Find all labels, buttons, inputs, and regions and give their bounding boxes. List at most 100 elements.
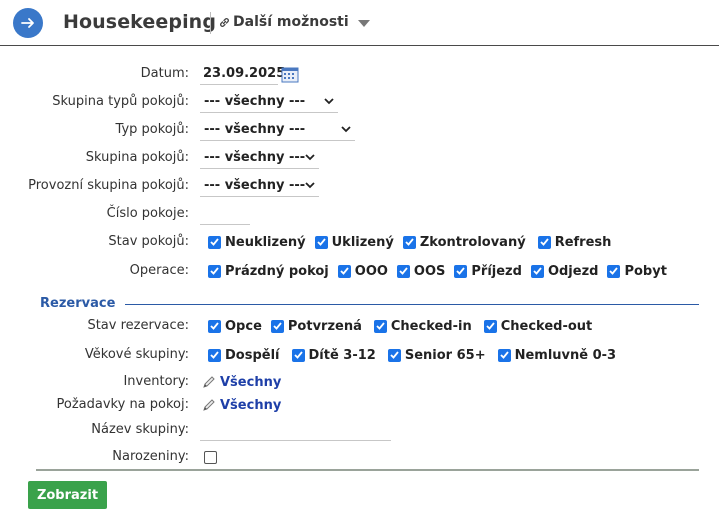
link-icon bbox=[220, 17, 229, 27]
checkbox-checked-icon bbox=[454, 264, 468, 278]
room-status-row: Stav pokojů: Neuklizený Uklizený Zkontro… bbox=[0, 231, 719, 253]
option-label: Prázdný pokoj bbox=[225, 263, 329, 279]
chevron-down-icon bbox=[324, 98, 334, 105]
page-header: Housekeeping Další možnosti bbox=[0, 0, 719, 46]
room-number-row: Číslo pokoje: bbox=[0, 203, 719, 225]
form-footer-divider bbox=[36, 469, 699, 471]
room-number-input[interactable] bbox=[200, 203, 250, 225]
age-group-option[interactable]: Nemluvně 0-3 bbox=[495, 347, 617, 363]
checkbox-checked-icon bbox=[208, 235, 221, 249]
chevron-down-icon bbox=[305, 154, 315, 161]
back-button[interactable] bbox=[13, 8, 43, 38]
checkbox-checked-icon bbox=[373, 319, 387, 333]
age-group-option[interactable]: Senior 65+ bbox=[385, 348, 486, 363]
option-label: Checked-in bbox=[390, 318, 472, 334]
checkbox-checked-icon bbox=[396, 264, 410, 278]
operation-row: Operace: Prázdný pokoj OOO OOS Příjezd O… bbox=[0, 260, 719, 282]
option-label: Opce bbox=[225, 318, 262, 334]
room-status-label: Stav pokojů: bbox=[108, 234, 189, 249]
checkbox-checked-icon bbox=[402, 235, 416, 249]
room-type-group-select[interactable]: --- všechny --- bbox=[200, 91, 338, 113]
room-group-row: Skupina pokojů: --- všechny --- bbox=[0, 147, 719, 169]
checkbox-checked-icon bbox=[291, 348, 305, 362]
pencil-icon bbox=[203, 399, 215, 411]
reservation-status-option[interactable]: Opce bbox=[200, 319, 262, 334]
option-label: Nemluvně 0-3 bbox=[514, 347, 617, 363]
operational-room-group-row: Provozní skupina pokojů: --- všechny --- bbox=[0, 175, 719, 197]
operational-room-group-value: --- všechny --- bbox=[204, 178, 306, 193]
room-status-option[interactable]: Uklizený bbox=[314, 234, 394, 250]
operation-option[interactable]: OOO bbox=[337, 263, 388, 279]
operation-label: Operace: bbox=[129, 263, 189, 278]
more-options-label: Další možnosti bbox=[233, 14, 349, 30]
room-status-option[interactable]: Neuklizený bbox=[200, 235, 306, 250]
inventory-value: Všechny bbox=[220, 374, 282, 390]
option-label: OOS bbox=[413, 263, 446, 279]
reservation-status-option[interactable]: Potvrzená bbox=[270, 318, 362, 334]
submit-button[interactable]: Zobrazit bbox=[28, 481, 107, 509]
room-requests-link[interactable]: Všechny bbox=[200, 398, 281, 413]
checkbox-checked-icon bbox=[607, 264, 621, 278]
room-status-option[interactable]: Refresh bbox=[535, 234, 612, 250]
more-options-menu[interactable]: Další možnosti bbox=[219, 14, 370, 30]
option-label: Dítě 3-12 bbox=[308, 347, 376, 363]
reservation-status-option[interactable]: Checked-in bbox=[371, 319, 472, 334]
checkbox-checked-icon bbox=[208, 348, 221, 362]
section-divider bbox=[125, 304, 699, 305]
room-number-label: Číslo pokoje: bbox=[106, 206, 189, 221]
option-label: Senior 65+ bbox=[404, 347, 486, 363]
room-requests-row: Požadavky na pokoj: Všechny bbox=[0, 394, 719, 416]
age-group-option[interactable]: Dospělí bbox=[200, 348, 280, 363]
room-type-value: --- všechny --- bbox=[204, 122, 306, 137]
section-title: Rezervace bbox=[40, 296, 116, 311]
date-row: Datum: 23.09.2025 bbox=[0, 63, 719, 85]
option-label: Refresh bbox=[554, 234, 612, 250]
checkbox-checked-icon bbox=[314, 235, 328, 249]
birthday-label: Narozeniny: bbox=[112, 449, 189, 464]
pencil-icon bbox=[203, 376, 215, 388]
room-type-group-label: Skupina typů pokojů: bbox=[52, 94, 189, 109]
operation-option[interactable]: Odjezd bbox=[530, 263, 599, 279]
operation-option[interactable]: OOS bbox=[396, 263, 446, 279]
room-requests-label: Požadavky na pokoj: bbox=[56, 397, 189, 412]
inventory-row: Inventory: Všechny bbox=[0, 371, 719, 393]
operation-option[interactable]: Prázdný pokoj bbox=[200, 264, 329, 279]
checkbox-checked-icon bbox=[387, 348, 401, 362]
inventory-label: Inventory: bbox=[123, 374, 189, 389]
room-type-row: Typ pokojů: --- všechny --- bbox=[0, 119, 719, 141]
checkbox-checked-icon bbox=[483, 319, 497, 333]
room-requests-value: Všechny bbox=[220, 397, 282, 413]
checkbox-checked-icon bbox=[270, 319, 284, 333]
date-input[interactable]: 23.09.2025 bbox=[200, 63, 285, 85]
calendar-icon[interactable] bbox=[281, 66, 299, 83]
inventory-link[interactable]: Všechny bbox=[200, 375, 281, 390]
room-group-select[interactable]: --- všechny --- bbox=[200, 147, 319, 169]
option-label: Checked-out bbox=[500, 318, 593, 334]
checkbox-checked-icon bbox=[537, 235, 551, 249]
age-groups-row: Věkové skupiny: Dospělí Dítě 3-12 Senior… bbox=[0, 344, 719, 366]
option-label: Zkontrolovaný bbox=[419, 234, 526, 250]
room-group-value: --- všechny --- bbox=[204, 150, 306, 165]
age-group-option[interactable]: Dítě 3-12 bbox=[289, 348, 376, 363]
arrow-right-icon bbox=[21, 18, 34, 28]
operation-option[interactable]: Pobyt bbox=[607, 264, 667, 279]
group-name-row: Název skupiny: bbox=[0, 419, 719, 441]
checkbox-checked-icon bbox=[208, 264, 221, 278]
room-status-option[interactable]: Zkontrolovaný bbox=[402, 234, 526, 250]
option-label: Neuklizený bbox=[225, 234, 306, 250]
room-type-select[interactable]: --- všechny --- bbox=[200, 119, 355, 141]
reservation-status-label: Stav rezervace: bbox=[87, 318, 189, 333]
group-name-label: Název skupiny: bbox=[91, 422, 189, 437]
reservation-status-option[interactable]: Checked-out bbox=[481, 318, 593, 334]
option-label: OOO bbox=[354, 263, 388, 279]
operational-room-group-select[interactable]: --- všechny --- bbox=[200, 175, 319, 197]
birthday-checkbox[interactable] bbox=[204, 450, 217, 464]
header-divider bbox=[210, 12, 211, 34]
group-name-input[interactable] bbox=[200, 419, 391, 441]
operation-option[interactable]: Příjezd bbox=[454, 264, 522, 279]
checkbox-checked-icon bbox=[337, 264, 351, 278]
option-label: Potvrzená bbox=[287, 318, 362, 334]
option-label: Odjezd bbox=[547, 263, 599, 279]
option-label: Příjezd bbox=[471, 263, 522, 279]
option-label: Uklizený bbox=[331, 234, 394, 250]
